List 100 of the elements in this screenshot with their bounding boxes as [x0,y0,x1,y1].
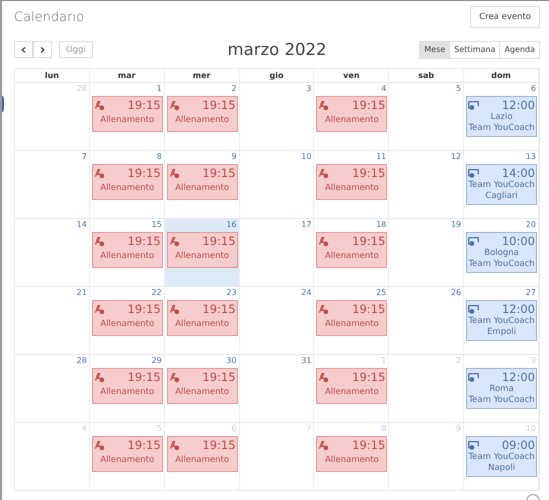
training-event[interactable]: 19:15 Allenamento [166,232,238,268]
training-event[interactable]: 19:15 Allenamento [316,232,388,268]
day-number: 10 [301,151,312,163]
day-cell[interactable]: 30 19:15 Allenamento [164,355,240,422]
day-cell[interactable]: 3 12:00 Roma Team YouCoach [464,355,539,422]
day-cell[interactable]: 27 12:00 Team YouCoach Empoli [464,287,539,354]
event-label: Team YouCoach [468,180,535,191]
day-cell[interactable]: 11 19:15 Allenamento [314,151,390,218]
whistle-icon [168,304,180,314]
match-event[interactable]: 12:00 Team YouCoach Empoli [466,300,537,341]
create-event-button[interactable]: Crea evento [470,6,540,28]
day-cell[interactable]: 15 19:15 Allenamento [90,219,165,286]
training-event[interactable]: 19:15 Allenamento [166,96,238,132]
training-event[interactable]: 19:15 Allenamento [316,368,388,404]
day-cell[interactable]: 12 [389,151,464,218]
training-event[interactable]: 19:15 Allenamento [166,164,238,200]
whistle-icon [94,236,105,246]
day-cell[interactable]: 26 [389,287,464,354]
day-cell[interactable]: 21 [15,287,90,354]
day-cell[interactable]: 25 19:15 Allenamento [314,287,390,354]
next-button[interactable]: › [33,41,52,58]
training-event[interactable]: 19:15 Allenamento [316,164,388,200]
day-cell[interactable]: 24 [240,287,314,354]
day-cell[interactable]: 3 [240,83,314,150]
training-event[interactable]: 19:15 Allenamento [316,300,388,336]
event-label: Cagliari [485,191,518,202]
training-event[interactable]: 19:15 Allenamento [166,436,238,472]
event-time: 19:15 [352,370,386,384]
day-cell[interactable]: 19 [389,219,464,286]
day-cell[interactable]: 23 19:15 Allenamento [164,287,240,354]
training-event[interactable]: 19:15 Allenamento [92,232,163,268]
whistle-icon [94,304,105,314]
training-event[interactable]: 19:15 Allenamento [92,164,163,200]
training-event[interactable]: 19:15 Allenamento [166,300,238,336]
day-cell[interactable]: 1 19:15 Allenamento [314,355,390,422]
day-number: 13 [526,151,537,163]
view-tab[interactable]: Settimana [450,40,500,58]
day-cell[interactable]: 6 12:00 Lazio Team YouCoach [464,83,539,150]
day-cell[interactable]: 29 19:15 Allenamento [90,355,165,422]
day-cell[interactable]: 17 [240,219,314,286]
event-label: Allenamento [175,251,230,262]
day-cell[interactable]: 10 09:00 Team YouCoach Napoli [464,423,539,490]
event-label: Allenamento [324,387,379,398]
event-label: Napoli [488,463,515,474]
event-time: 19:15 [352,438,386,452]
day-number: 9 [456,423,462,435]
day-cell[interactable]: 5 [389,83,464,150]
view-tab[interactable]: Agenda [500,40,540,58]
day-number: 4 [82,423,88,435]
training-event[interactable]: 19:15 Allenamento [92,300,163,336]
day-number: 14 [76,219,88,231]
day-number: 24 [301,287,312,299]
match-event[interactable]: 12:00 Roma Team YouCoach [466,368,537,409]
day-cell[interactable]: 6 19:15 Allenamento [164,423,240,490]
day-cell[interactable]: 7 [15,151,90,218]
day-number: 1 [381,355,388,367]
match-event[interactable]: 10:00 Bologna Team YouCoach [466,232,537,273]
day-cell[interactable]: 10 [240,151,314,218]
day-cell[interactable]: 28 [15,355,90,422]
day-cell[interactable]: 18 19:15 Allenamento [314,219,390,286]
training-event[interactable]: 19:15 Allenamento [92,436,163,472]
event-label: Allenamento [175,387,230,398]
event-label: Allenamento [175,319,230,330]
training-event[interactable]: 19:15 Allenamento [316,96,388,132]
event-label: Allenamento [324,115,379,126]
day-cell[interactable]: 4 19:15 Allenamento [314,83,390,150]
match-event[interactable]: 09:00 Team YouCoach Napoli [466,436,537,477]
whistle-icon [94,440,105,450]
event-time: 19:15 [202,166,236,180]
training-event[interactable]: 19:15 Allenamento [316,436,388,472]
day-number: 29 [152,355,163,367]
day-cell[interactable]: 8 19:15 Allenamento [314,423,390,490]
event-label: Allenamento [175,115,230,126]
day-cell[interactable]: 2 19:15 Allenamento [164,83,240,150]
goal-icon [468,440,480,450]
day-cell[interactable]: 31 [240,355,314,422]
view-tab[interactable]: Mese [419,40,450,58]
day-cell[interactable]: 13 14:00 Team YouCoach Cagliari [464,151,539,218]
day-cell[interactable]: 16 19:15 Allenamento [164,219,240,286]
day-number: 23 [226,287,238,299]
match-event[interactable]: 14:00 Team YouCoach Cagliari [466,164,537,205]
event-label: Allenamento [100,319,154,330]
day-cell[interactable]: 1 19:15 Allenamento [90,83,165,150]
day-cell[interactable]: 8 19:15 Allenamento [90,151,165,218]
day-cell[interactable]: 14 [15,219,90,286]
day-number: 3 [530,355,537,367]
training-event[interactable]: 19:15 Allenamento [92,96,163,132]
event-label: Allenamento [100,387,154,398]
match-event[interactable]: 12:00 Lazio Team YouCoach [466,96,537,137]
whistle-icon [168,236,180,246]
day-cell[interactable]: 22 19:15 Allenamento [90,287,165,354]
day-cell[interactable]: 9 19:15 Allenamento [164,151,240,218]
day-cell[interactable]: 5 19:15 Allenamento [90,423,165,490]
event-label: Allenamento [100,115,154,126]
previous-button[interactable]: ‹ [14,41,33,58]
whistle-icon [318,236,330,246]
day-cell[interactable]: 20 10:00 Bologna Team YouCoach [464,219,539,286]
today-button[interactable]: Oggi [59,41,93,58]
training-event[interactable]: 19:15 Allenamento [92,368,163,404]
training-event[interactable]: 19:15 Allenamento [166,368,238,404]
